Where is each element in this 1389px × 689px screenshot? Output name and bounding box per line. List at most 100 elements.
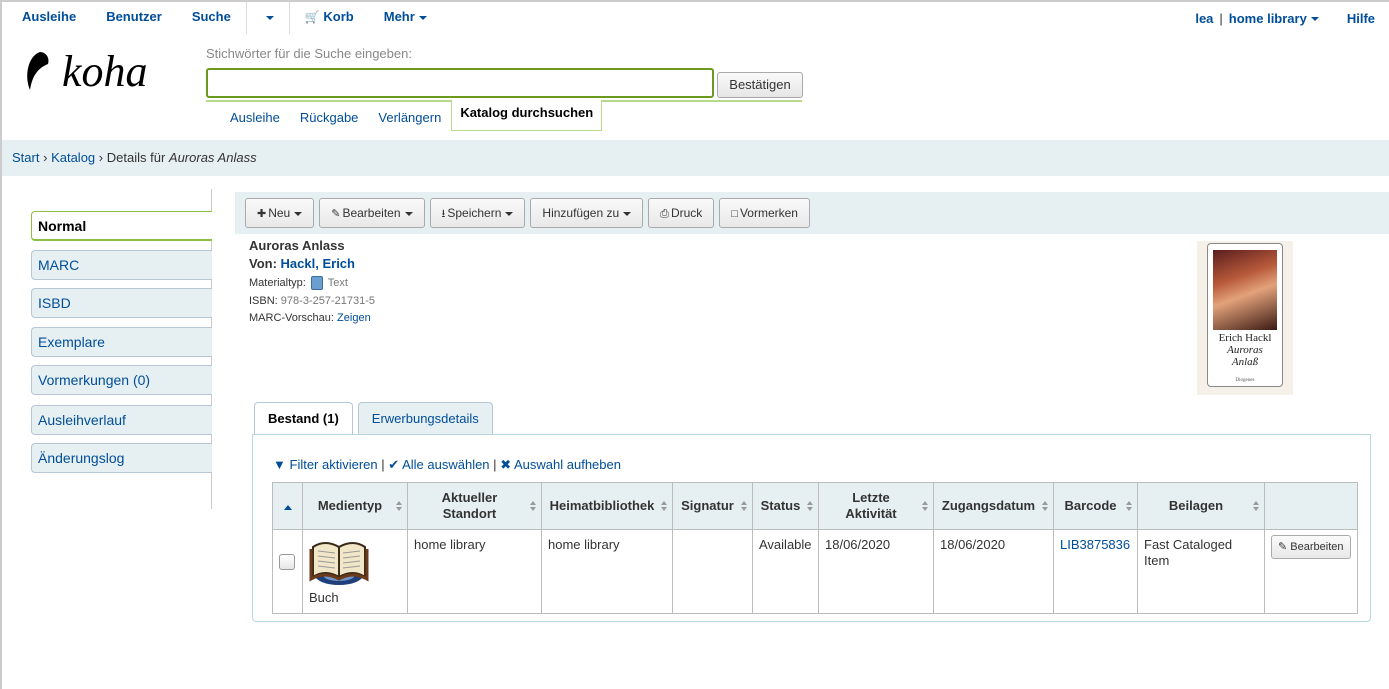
nav-patrons[interactable]: Benutzer	[91, 2, 177, 34]
cell-date-accessioned: 18/06/2020	[933, 529, 1054, 614]
sort-icon	[396, 501, 402, 511]
edit-button-label: Bearbeiten	[342, 206, 401, 220]
nav-cart[interactable]: 🛒 Korb	[290, 2, 369, 34]
save-button-label: Speichern	[447, 206, 502, 220]
table-header-row: Medientyp Aktueller Standort Heimatbibli…	[272, 482, 1358, 530]
th-status[interactable]: Status	[752, 482, 819, 530]
sidebar-item-modification-log[interactable]: Änderungslog	[31, 443, 212, 473]
th-itemtype[interactable]: Medientyp	[302, 482, 408, 530]
clear-selection-link[interactable]: ✖ Auswahl aufheben	[500, 457, 621, 472]
holdings-tabs: Bestand (1) Erwerbungsdetails	[254, 402, 498, 436]
header: koha Stichwörter für die Suche eingeben:…	[2, 34, 1389, 140]
th-barcode[interactable]: Barcode	[1053, 482, 1138, 530]
sort-icon	[1253, 501, 1259, 511]
sidebar-item-checkout-history[interactable]: Ausleihverlauf	[31, 405, 212, 435]
sidebar-item-normal[interactable]: Normal	[31, 211, 212, 241]
breadcrumb-separator: ›	[98, 150, 104, 165]
add-to-button[interactable]: Hinzufügen zu	[530, 198, 644, 228]
close-icon: ✖	[500, 457, 512, 472]
th-last-seen-label: Letzte Aktivität	[845, 490, 897, 521]
chevron-down-icon	[294, 211, 303, 216]
logged-in-user[interactable]: lea	[1195, 11, 1213, 26]
record-sidebar: Normal MARC ISBD Exemplare Vormerkungen …	[31, 189, 212, 509]
author-link[interactable]: Hackl, Erich	[281, 256, 355, 271]
nav-help[interactable]: Hilfe	[1333, 11, 1389, 26]
cover-title-line1: Auroras	[1227, 344, 1263, 356]
save-button[interactable]: ⭳ Speichern	[429, 198, 526, 228]
th-home-library[interactable]: Heimatbibliothek	[541, 482, 673, 530]
breadcrumb-catalog[interactable]: Katalog	[51, 150, 95, 165]
sort-icon	[922, 501, 928, 511]
th-select[interactable]	[272, 482, 303, 530]
activate-filter-link[interactable]: ▼ Filter aktivieren	[273, 457, 378, 472]
tab-acquisition-details[interactable]: Erwerbungsdetails	[357, 402, 493, 435]
breadcrumb-home[interactable]: Start	[12, 150, 39, 165]
th-home-library-label: Heimatbibliothek	[549, 498, 655, 513]
book-icon	[310, 276, 323, 290]
search-submit-button[interactable]: Bestätigen	[717, 72, 803, 98]
sidebar-item-marc[interactable]: MARC	[31, 250, 212, 280]
cell-current-location: home library	[407, 529, 542, 614]
sort-icon	[530, 501, 536, 511]
breadcrumb-title: Auroras Anlass	[168, 150, 257, 165]
breadcrumb: Start › Katalog › Details für Auroras An…	[2, 140, 1389, 176]
th-last-seen[interactable]: Letzte Aktivität	[818, 482, 934, 530]
table-filters: ▼ Filter aktivieren | ✔ Alle auswählen |…	[273, 457, 621, 473]
chevron-down-icon	[418, 15, 427, 20]
nav-search[interactable]: Suche	[177, 2, 246, 34]
edit-item-button[interactable]: ✎ Bearbeiten	[1271, 535, 1351, 559]
separator: |	[381, 457, 385, 472]
select-all-link[interactable]: ✔ Alle auswählen	[388, 457, 489, 472]
edit-button[interactable]: ✎ Bearbeiten	[319, 198, 425, 228]
chevron-down-icon	[623, 211, 632, 216]
items-table: Medientyp Aktueller Standort Heimatbibli…	[272, 482, 1358, 614]
search-input[interactable]	[206, 68, 714, 98]
cart-icon: 🛒	[304, 10, 320, 24]
nav-circulation[interactable]: Ausleihe	[2, 2, 91, 34]
tab-holdings[interactable]: Bestand (1)	[254, 402, 353, 436]
record-toolbar: ✚ Neu ✎ Bearbeiten ⭳ Speichern Hinzufügen z…	[235, 192, 1389, 234]
sidebar-item-isbd[interactable]: ISBD	[31, 288, 212, 318]
search-tab-checkout[interactable]: Ausleihe	[220, 104, 290, 131]
new-button-label: Neu	[268, 206, 291, 220]
nav-more[interactable]: Mehr	[369, 2, 442, 34]
sort-icon	[1042, 501, 1048, 511]
cell-status: Available	[752, 529, 819, 614]
sidebar-item-items[interactable]: Exemplare	[31, 327, 212, 357]
nav-search-dropdown[interactable]	[247, 2, 289, 34]
search-tab-catalog[interactable]: Katalog durchsuchen	[451, 100, 603, 131]
book-icon	[309, 542, 369, 585]
cell-last-seen: 18/06/2020	[818, 529, 934, 614]
separator: |	[1219, 10, 1223, 26]
library-selector[interactable]: home library	[1229, 11, 1333, 26]
th-date-accessioned-label: Zugangsdatum	[941, 498, 1036, 513]
koha-logo[interactable]: koha	[24, 46, 174, 99]
th-barcode-label: Barcode	[1064, 498, 1117, 513]
search-tab-checkin[interactable]: Rückgabe	[290, 104, 369, 131]
th-materials[interactable]: Beilagen	[1137, 482, 1265, 530]
cover-image[interactable]: Erich Hackl Auroras Anlaß Diogenes	[1197, 241, 1293, 395]
th-date-accessioned[interactable]: Zugangsdatum	[933, 482, 1054, 530]
select-all-label: Alle auswählen	[402, 457, 490, 472]
material-type-value: Text	[327, 276, 348, 289]
breadcrumb-separator: ›	[43, 150, 48, 165]
search-tab-renew[interactable]: Verlängern	[368, 104, 451, 131]
pencil-icon: ✎	[1278, 541, 1288, 553]
new-button[interactable]: ✚ Neu	[245, 198, 315, 228]
th-callnumber[interactable]: Signatur	[672, 482, 753, 530]
nav-more-label: Mehr	[383, 9, 415, 24]
library-label: home library	[1228, 10, 1307, 26]
marc-preview-link[interactable]: Zeigen	[337, 312, 371, 324]
barcode-link[interactable]: LIB3875836	[1060, 537, 1130, 552]
sidebar-item-holds[interactable]: Vormerkungen (0)	[31, 365, 212, 395]
th-callnumber-label: Signatur	[681, 498, 734, 513]
print-button[interactable]: ⎙ Druck	[648, 198, 715, 228]
download-icon: ⭳	[441, 208, 446, 220]
sort-icon	[661, 501, 667, 511]
cover-publisher: Diogenes	[1235, 378, 1255, 383]
th-current-location[interactable]: Aktueller Standort	[407, 482, 542, 530]
separator: |	[493, 457, 497, 472]
row-select-checkbox[interactable]	[279, 554, 295, 570]
place-hold-button[interactable]: □ Vormerken	[719, 198, 810, 228]
cell-callnumber	[672, 529, 753, 614]
